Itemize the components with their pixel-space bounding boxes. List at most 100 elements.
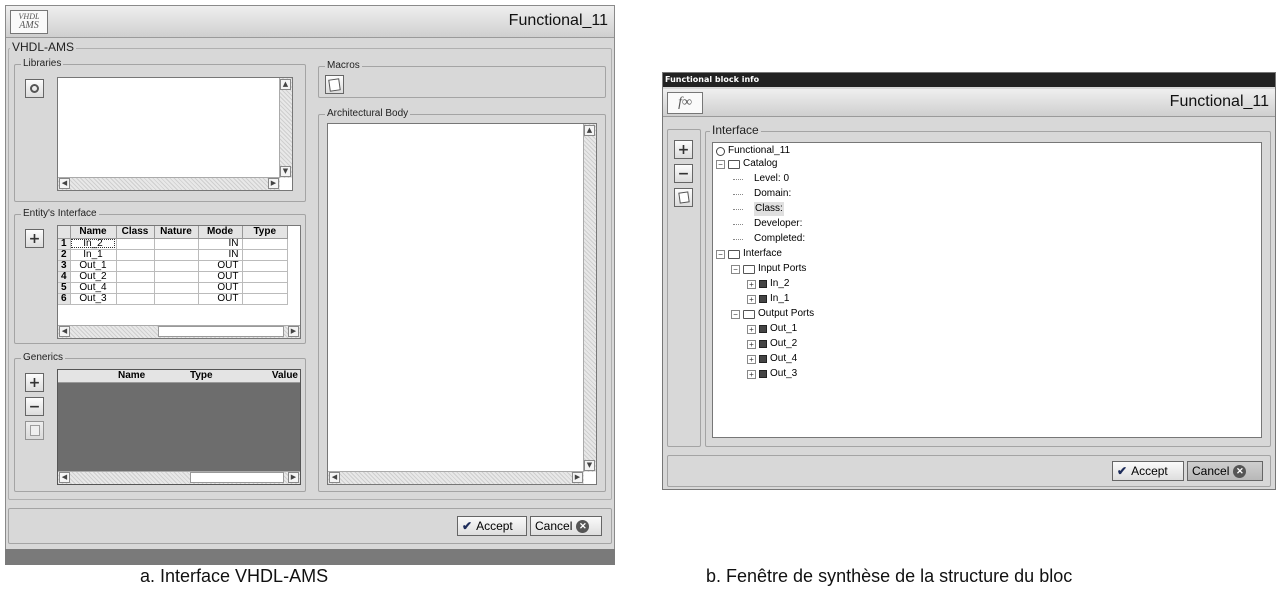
port-icon — [759, 280, 767, 288]
table-row[interactable]: 2 In_1 IN — [58, 249, 288, 261]
tree-node[interactable]: Level: 0 — [733, 172, 789, 186]
cell-name[interactable]: Out_2 — [70, 271, 117, 283]
accept-button[interactable]: ✔ Accept — [457, 516, 527, 536]
collapse-toggle[interactable]: − — [731, 309, 740, 319]
table-row[interactable]: 5 Out_4 OUT — [58, 282, 288, 294]
tree-node[interactable]: Completed: — [733, 232, 805, 246]
expand-toggle[interactable]: + — [747, 294, 756, 304]
architectural-body-editor[interactable]: ▲ ▼ ◀ ▶ — [327, 123, 597, 485]
libraries-list[interactable]: ▲ ▼ ◀ ▶ — [57, 77, 293, 191]
entity-hscroll[interactable]: ◀ ▶ — [58, 325, 300, 338]
tree-node-selected[interactable]: Class: — [733, 202, 784, 216]
interface-group-label: Interface — [710, 123, 761, 137]
tree-node[interactable]: + In_2 — [747, 277, 789, 291]
add-port-button[interactable]: + — [25, 229, 44, 248]
tree-node[interactable]: + Out_4 — [747, 352, 797, 366]
cell-name[interactable]: In_1 — [70, 249, 117, 261]
macros-group: Macros — [318, 60, 606, 98]
scroll-up-arrow[interactable]: ▲ — [584, 125, 595, 136]
libraries-hscroll[interactable]: ◀ ▶ — [58, 177, 280, 190]
tree-node[interactable]: − Input Ports — [731, 262, 806, 276]
expand-toggle[interactable]: + — [747, 339, 756, 349]
arch-vscroll[interactable]: ▲ ▼ — [583, 124, 596, 472]
scroll-left-arrow[interactable]: ◀ — [59, 178, 70, 189]
scroll-right-arrow[interactable]: ▶ — [572, 472, 583, 483]
edit-icon — [29, 425, 40, 436]
table-row[interactable]: 4 Out_2 OUT — [58, 271, 288, 283]
add-button[interactable]: + — [674, 140, 693, 159]
scroll-left-arrow[interactable]: ◀ — [329, 472, 340, 483]
generics-hscroll[interactable]: ◀ ▶ — [58, 471, 300, 484]
remove-generic-button[interactable]: − — [25, 397, 44, 416]
scroll-left-arrow[interactable]: ◀ — [59, 472, 70, 483]
cell-name[interactable]: In_2 — [70, 238, 117, 250]
libraries-vscroll[interactable]: ▲ ▼ — [279, 78, 292, 178]
vhdl-ams-logo: VHDL AMS — [10, 10, 48, 34]
col-mode[interactable]: Mode — [198, 226, 243, 239]
generics-group: Generics + − Name Type Value ◀ ▶ — [14, 352, 306, 492]
window-title: Functional_11 — [1169, 93, 1269, 110]
collapse-toggle[interactable]: − — [731, 264, 740, 274]
port-icon — [759, 325, 767, 333]
scroll-down-arrow[interactable]: ▼ — [584, 460, 595, 471]
expand-toggle[interactable]: + — [747, 369, 756, 379]
arch-hscroll[interactable]: ◀ ▶ — [328, 471, 584, 484]
window-header: VHDL AMS Functional_11 — [6, 6, 614, 38]
entity-interface-group: Entity's Interface + Name Class Nature M… — [14, 208, 306, 344]
col-type[interactable]: Type — [190, 370, 213, 381]
table-row[interactable]: 3 Out_1 OUT — [58, 260, 288, 272]
interface-tree[interactable]: Functional_11 − Catalog Level: 0 Domain: … — [712, 142, 1262, 438]
scroll-right-arrow[interactable]: ▶ — [268, 178, 279, 189]
expand-toggle[interactable]: + — [747, 279, 756, 289]
scroll-thumb[interactable] — [158, 326, 284, 337]
library-search-button[interactable] — [25, 79, 44, 98]
col-class[interactable]: Class — [116, 226, 155, 239]
port-icon — [759, 370, 767, 378]
tree-node[interactable]: − Catalog — [716, 157, 777, 171]
collapse-toggle[interactable]: − — [716, 159, 725, 169]
scroll-up-arrow[interactable]: ▲ — [280, 79, 291, 90]
table-row[interactable]: 6 Out_3 OUT — [58, 293, 288, 305]
architectural-body-label: Architectural Body — [325, 108, 411, 120]
plus-icon: + — [28, 230, 41, 247]
edit-generic-button[interactable] — [25, 421, 44, 440]
functional-logo: f∞ — [667, 92, 703, 114]
accept-button[interactable]: ✔ Accept — [1112, 461, 1184, 481]
col-name[interactable]: Name — [118, 370, 145, 381]
tree-node[interactable]: Domain: — [733, 187, 791, 201]
cell-name[interactable]: Out_3 — [70, 293, 117, 305]
add-generic-button[interactable]: + — [25, 373, 44, 392]
tree-node[interactable]: Developer: — [733, 217, 802, 231]
macro-edit-button[interactable] — [325, 75, 344, 94]
cell-name[interactable]: Out_1 — [70, 260, 117, 272]
tree-node[interactable]: + Out_2 — [747, 337, 797, 351]
scroll-down-arrow[interactable]: ▼ — [280, 166, 291, 177]
plus-icon: + — [677, 141, 690, 158]
scroll-left-arrow[interactable]: ◀ — [59, 326, 70, 337]
table-row[interactable]: 1 In_2 IN — [58, 238, 288, 250]
scroll-right-arrow[interactable]: ▶ — [288, 472, 299, 483]
tree-node[interactable]: + Out_3 — [747, 367, 797, 381]
col-name[interactable]: Name — [70, 226, 117, 239]
tree-node[interactable]: + Out_1 — [747, 322, 797, 336]
edit-button[interactable] — [674, 188, 693, 207]
tree-node[interactable]: Functional_11 — [716, 144, 790, 158]
scroll-right-arrow[interactable]: ▶ — [288, 326, 299, 337]
cell-name[interactable]: Out_4 — [70, 282, 117, 294]
expand-toggle[interactable]: + — [747, 324, 756, 334]
tree-node[interactable]: + In_1 — [747, 292, 789, 306]
collapse-toggle[interactable]: − — [716, 249, 725, 259]
col-value[interactable]: Value — [272, 370, 298, 381]
folder-icon — [728, 249, 740, 259]
col-type[interactable]: Type — [242, 226, 288, 239]
tree-node[interactable]: − Output Ports — [731, 307, 814, 321]
col-nature[interactable]: Nature — [154, 226, 199, 239]
window-title: Functional_11 — [508, 12, 608, 29]
tree-node[interactable]: − Interface — [716, 247, 782, 261]
tool-column: + − — [667, 129, 701, 447]
remove-button[interactable]: − — [674, 164, 693, 183]
expand-toggle[interactable]: + — [747, 354, 756, 364]
cancel-button[interactable]: Cancel ✕ — [530, 516, 602, 536]
cancel-button[interactable]: Cancel ✕ — [1187, 461, 1263, 481]
scroll-thumb[interactable] — [190, 472, 284, 483]
